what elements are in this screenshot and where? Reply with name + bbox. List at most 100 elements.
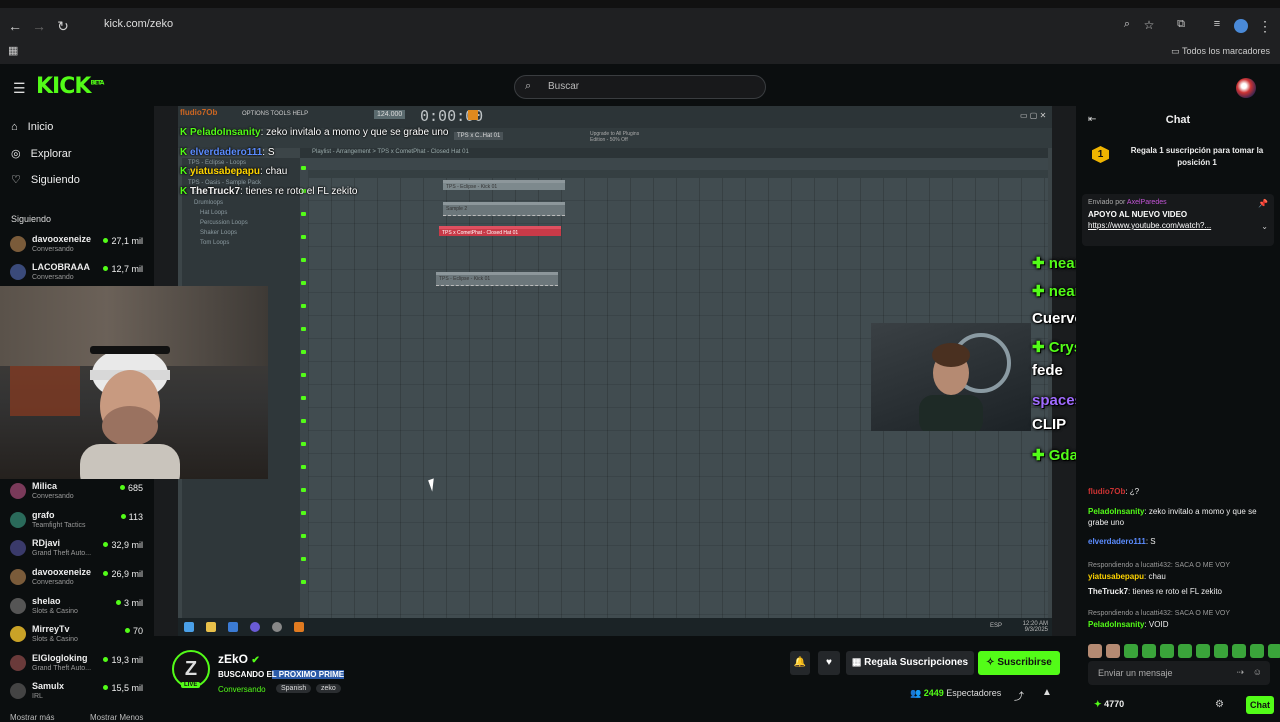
emote-icon[interactable] bbox=[1250, 644, 1264, 658]
pin-icon[interactable]: 📌 bbox=[1258, 199, 1268, 208]
avatar bbox=[10, 569, 26, 585]
hamburger-menu-icon[interactable]: ☰ bbox=[13, 80, 26, 97]
fl-track-led bbox=[301, 442, 306, 446]
chat-message[interactable]: Respondiendo a lucatti432: SACA O ME VOY… bbox=[1088, 560, 1276, 582]
stream-category[interactable]: Conversando bbox=[218, 685, 266, 694]
sidebar-nav-inicio[interactable]: ⌂ Inicio bbox=[11, 121, 53, 133]
extensions-icon[interactable]: ⧉ bbox=[1172, 18, 1190, 31]
chat-text: : chau bbox=[1144, 572, 1166, 581]
fl-clip-selected: TPS x CometPhat - Closed Hat 01 bbox=[439, 226, 561, 236]
following-category: Slots & Casino bbox=[32, 608, 78, 615]
following-name: shelao bbox=[32, 596, 61, 606]
fl-track-led bbox=[301, 511, 306, 515]
chat-username[interactable]: TheTruck7 bbox=[1088, 587, 1128, 596]
chat-username[interactable]: PeladoInsanity bbox=[1088, 507, 1144, 516]
apps-grid-icon[interactable]: ▦ bbox=[8, 44, 18, 57]
following-category: Conversando bbox=[32, 246, 74, 253]
address-bar[interactable]: kick.com/zeko bbox=[104, 18, 173, 30]
emote-icon[interactable] bbox=[1214, 644, 1228, 658]
overlay-chat-line-large: fede bbox=[1032, 362, 1063, 379]
user-avatar[interactable] bbox=[1236, 78, 1256, 98]
following-item[interactable]: ElGlogloking Grand Theft Auto... 19,3 mil bbox=[10, 653, 146, 677]
emote-icon[interactable] bbox=[1232, 644, 1246, 658]
chat-message[interactable]: PeladoInsanity: zeko invitalo a momo y q… bbox=[1088, 506, 1276, 528]
chat-username[interactable]: yiatusabepapu bbox=[1088, 572, 1144, 581]
emoji-icon[interactable]: ☺ bbox=[1253, 667, 1262, 677]
chat-message[interactable]: fludio7Ob: ¿? bbox=[1088, 486, 1276, 497]
search-placeholder: Buscar bbox=[548, 81, 580, 92]
search-input[interactable]: ⌕ Buscar bbox=[514, 75, 766, 99]
share-icon[interactable]: ⤴ bbox=[1014, 688, 1024, 703]
subscribe-button[interactable]: ✧ Suscribirse bbox=[978, 651, 1060, 675]
sidebar-nav-label: Explorar bbox=[30, 147, 72, 160]
rank-badge-icon: 1 bbox=[1092, 146, 1109, 163]
back-icon[interactable]: ← bbox=[6, 18, 24, 34]
following-item[interactable]: RDjavi Grand Theft Auto... 32,9 mil bbox=[10, 538, 146, 562]
notification-bell-icon[interactable]: 🔔 bbox=[790, 651, 810, 675]
following-name: ElGlogloking bbox=[32, 653, 88, 663]
emote-icon[interactable] bbox=[1106, 644, 1120, 658]
following-item[interactable]: davooxeneize Conversando 26,9 mil bbox=[10, 567, 146, 591]
fl-studio-icon bbox=[294, 622, 304, 632]
chat-input[interactable]: Enviar un mensaje ⇢ ☺ bbox=[1088, 661, 1270, 685]
report-icon[interactable]: ▲ bbox=[1042, 687, 1052, 698]
emote-icon[interactable] bbox=[1124, 644, 1138, 658]
sidebar-nav-explorar[interactable]: ◎ Explorar bbox=[11, 147, 72, 161]
following-item[interactable]: MirreyTv Slots & Casino 70 bbox=[10, 624, 146, 648]
menu-kebab-icon[interactable]: ⋮ bbox=[1256, 18, 1274, 35]
emote-icon[interactable] bbox=[1160, 644, 1174, 658]
follow-heart-icon[interactable]: ♥ bbox=[818, 651, 840, 675]
chat-username[interactable]: PeladoInsanity bbox=[1088, 620, 1144, 629]
chat-message[interactable]: Respondiendo a lucatti432: SACA O ME VOY… bbox=[1088, 608, 1276, 630]
emote-icon[interactable] bbox=[1142, 644, 1156, 658]
following-item[interactable]: davooxeneize Conversando 27,1 mil bbox=[10, 234, 146, 258]
sidebar-nav-siguiendo[interactable]: ♡ Siguiendo bbox=[11, 173, 80, 187]
show-more-link[interactable]: Mostrar más bbox=[10, 713, 54, 722]
app-icon bbox=[272, 622, 282, 632]
following-name: RDjavi bbox=[32, 538, 61, 548]
reload-icon[interactable]: ↻ bbox=[54, 18, 72, 35]
chat-message[interactable]: TheTruck7: tienes re roto el FL zekito bbox=[1088, 586, 1276, 597]
following-name: MirreyTv bbox=[32, 624, 70, 634]
chat-username[interactable]: elverdadero111 bbox=[1088, 537, 1146, 546]
zoom-icon[interactable]: ⌕ bbox=[1118, 18, 1136, 31]
browser-toolbar: ← → ↻ kick.com/zeko ⌕ ☆ ⧉ ≡ ⋮ bbox=[0, 0, 1280, 40]
channel-name[interactable]: zEkO ✔ bbox=[218, 652, 260, 666]
sidebar-nav-label: Inicio bbox=[27, 121, 54, 133]
following-item[interactable]: shelao Slots & Casino 3 mil bbox=[10, 596, 146, 620]
tag-zeko[interactable]: zeko bbox=[316, 684, 341, 693]
chat-message[interactable]: elverdadero111: S bbox=[1088, 536, 1276, 547]
emote-icon[interactable] bbox=[1088, 644, 1102, 658]
pinned-message[interactable]: Enviado por AxelParedes APOYO AL NUEVO V… bbox=[1082, 194, 1274, 246]
channel-points[interactable]: ✦ 4770 bbox=[1094, 699, 1124, 710]
send-chat-button[interactable]: Chat bbox=[1246, 696, 1274, 714]
tag-spanish[interactable]: Spanish bbox=[276, 684, 312, 693]
following-item[interactable]: Milica Conversando 685 bbox=[10, 481, 146, 505]
chat-settings-icon[interactable]: ⚙ bbox=[1215, 699, 1224, 710]
discord-icon bbox=[250, 622, 260, 632]
following-item[interactable]: grafo Teamfight Tactics 113 bbox=[10, 510, 146, 534]
pinned-link[interactable]: https://www.youtube.com/watch?... bbox=[1088, 221, 1268, 230]
kick-logo[interactable]: KICKBETA bbox=[36, 74, 104, 99]
fl-clip-label: TPS - Eclipse - Kick 01 bbox=[446, 184, 498, 190]
gift-leaderboard[interactable]: 1 Regala 1 suscripción para tomar la pos… bbox=[1088, 142, 1276, 182]
chevron-down-icon[interactable]: ⌄ bbox=[1261, 222, 1268, 231]
gift-subs-button[interactable]: ▦ Regala Suscripciones bbox=[846, 651, 974, 675]
stream-title-highlight: L PROXIMO PRIME bbox=[271, 670, 345, 679]
show-less-link[interactable]: Mostrar Menos bbox=[90, 713, 143, 722]
emote-icon[interactable] bbox=[1268, 644, 1280, 658]
chat-username[interactable]: fludio7Ob bbox=[1088, 487, 1125, 496]
following-item[interactable]: LACOBRAAA Conversando 12,7 mil bbox=[10, 262, 146, 286]
emote-icon[interactable] bbox=[1178, 644, 1192, 658]
bookmark-star-icon[interactable]: ☆ bbox=[1140, 18, 1158, 32]
command-icon[interactable]: ⇢ bbox=[1236, 667, 1244, 678]
forward-icon[interactable]: → bbox=[30, 18, 48, 34]
fl-browser-item: Hat Loops bbox=[200, 210, 228, 216]
profile-icon[interactable] bbox=[1234, 19, 1248, 33]
overlay-chat-text: : S bbox=[262, 146, 275, 158]
emote-icon[interactable] bbox=[1196, 644, 1210, 658]
following-item[interactable]: Samulx IRL 15,5 mil bbox=[10, 681, 146, 705]
stream-title-prefix: BUSCANDO E bbox=[218, 670, 272, 679]
media-icon[interactable]: ≡ bbox=[1208, 18, 1226, 30]
all-bookmarks[interactable]: ▭ Todos los marcadores bbox=[1171, 46, 1270, 57]
